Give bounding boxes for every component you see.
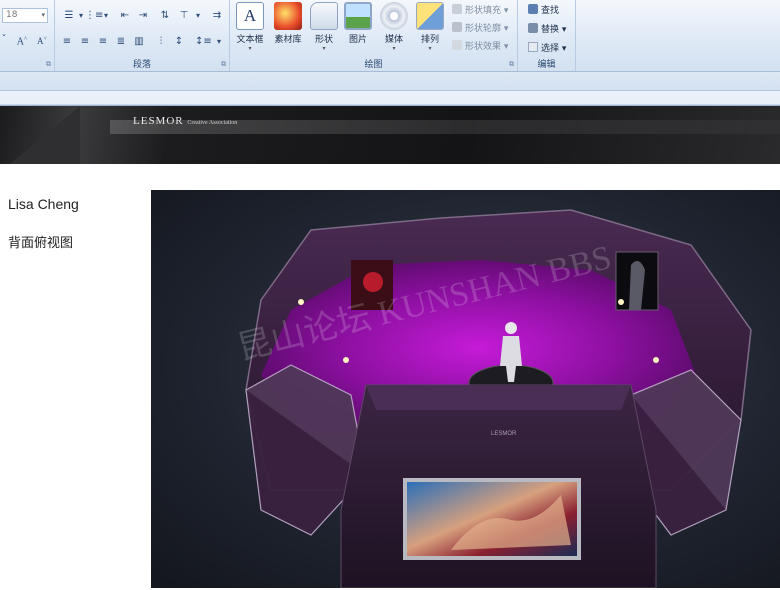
drawing-dialog-launcher-icon[interactable]: ⧉ bbox=[509, 60, 514, 69]
increase-indent-icon[interactable]: ⇥ bbox=[135, 8, 151, 23]
spotlight bbox=[343, 357, 349, 363]
material-label: 素材库 bbox=[274, 35, 302, 45]
shape-outline-label: 形状轮廓 bbox=[465, 24, 502, 34]
decrease-indent-icon[interactable]: ⇤ bbox=[117, 8, 133, 23]
editing-group-label: 编辑 bbox=[537, 60, 556, 70]
ribbon: 18 ▾ A˄ A˅ ˇ ⧉ ☰ ▾ ⋮≡ ▾ ⇤ ⇥ ⇅ ⊤ ▾ ⇉ ≡ ≡ … bbox=[0, 0, 780, 72]
replace-label: 替换 bbox=[541, 25, 560, 35]
smartart-icon[interactable]: ⇉ bbox=[209, 8, 225, 23]
find-button[interactable]: 查找 bbox=[528, 3, 559, 16]
shape-effect-button[interactable]: 形状效果 ▾ bbox=[452, 39, 508, 52]
drawing-group-label: 绘图 bbox=[364, 60, 383, 70]
booth-render-image: LESMOR 昆山论坛 KUNSHAN BBS bbox=[151, 190, 780, 588]
textbox-label: 文本框 bbox=[236, 35, 264, 45]
binoculars-icon bbox=[528, 4, 538, 14]
align-right-icon[interactable]: ≡ bbox=[95, 34, 111, 49]
line-spacing-icon[interactable]: ↕ bbox=[171, 34, 187, 49]
select-label: 选择 bbox=[541, 44, 560, 54]
arrange-label: 排列 bbox=[420, 35, 439, 45]
header-banner: LESMOR Creative Association bbox=[0, 106, 780, 164]
textbox-icon: A bbox=[236, 2, 264, 30]
text-direction-icon[interactable]: ⇅ bbox=[157, 8, 173, 23]
font-dialog-launcher-icon[interactable]: ⧉ bbox=[46, 60, 51, 69]
shape-fill-label: 形状填充 bbox=[465, 6, 502, 16]
chevron-down-icon[interactable]: ▾ bbox=[211, 34, 227, 49]
material-icon bbox=[274, 2, 302, 30]
shape-outline-button[interactable]: 形状轮廓 ▾ bbox=[452, 21, 508, 34]
material-button[interactable]: 素材库 bbox=[270, 2, 306, 45]
case-icon[interactable]: ˇ bbox=[0, 32, 12, 47]
chevron-down-icon[interactable]: ▾ bbox=[190, 8, 206, 23]
align-center-icon[interactable]: ≡ bbox=[77, 34, 93, 49]
shape-label: 形状 bbox=[314, 35, 333, 45]
align-left-icon[interactable]: ≡ bbox=[59, 34, 75, 49]
media-button[interactable]: 媒体 ▾ bbox=[376, 2, 412, 52]
paragraph-dialog-launcher-icon[interactable]: ⧉ bbox=[221, 60, 226, 69]
media-icon bbox=[380, 2, 408, 30]
justify-icon[interactable]: ≣ bbox=[113, 34, 129, 49]
brand-logo: LESMOR Creative Association bbox=[133, 115, 237, 127]
textbox-button[interactable]: A 文本框 ▾ bbox=[232, 2, 268, 52]
chevron-down-icon: ▾ bbox=[248, 45, 252, 52]
counter-logo-text: LESMOR bbox=[491, 431, 517, 437]
banner-wedge-decoration bbox=[10, 106, 80, 164]
spotlight bbox=[618, 299, 624, 305]
ruler-bar bbox=[0, 72, 780, 106]
chevron-down-icon[interactable]: ▾ bbox=[98, 8, 114, 23]
shape-button[interactable]: 形状 ▾ bbox=[306, 2, 342, 52]
brand-name: LESMOR bbox=[133, 115, 184, 127]
font-group: 18 ▾ A˄ A˅ ˇ ⧉ bbox=[0, 0, 55, 71]
paragraph-spacing-icon[interactable]: ↕≡ bbox=[195, 34, 212, 49]
spotlight bbox=[298, 299, 304, 305]
select-button[interactable]: 选择 ▾ bbox=[528, 41, 566, 54]
picture-button[interactable]: 图片 bbox=[340, 2, 376, 45]
brand-tagline: Creative Association bbox=[187, 120, 238, 126]
shape-icon bbox=[310, 2, 338, 30]
font-size-value: 18 bbox=[6, 10, 18, 20]
poster-red-product bbox=[363, 272, 383, 292]
mannequin-head bbox=[505, 322, 517, 334]
replace-button[interactable]: 替换 ▾ bbox=[528, 22, 566, 35]
arrange-icon bbox=[416, 2, 444, 30]
pen-icon bbox=[452, 22, 462, 32]
shape-effect-icon bbox=[452, 40, 462, 50]
shape-effect-label: 形状效果 bbox=[465, 42, 502, 52]
cursor-icon bbox=[528, 42, 538, 52]
counter-top bbox=[366, 385, 631, 410]
spotlight bbox=[653, 357, 659, 363]
view-title: 背面俯视图 bbox=[8, 236, 74, 251]
arrange-button[interactable]: 排列 ▾ bbox=[412, 2, 448, 52]
replace-icon bbox=[528, 23, 538, 33]
distribute-icon[interactable]: ▥ bbox=[131, 34, 147, 49]
horizontal-ruler[interactable] bbox=[0, 90, 780, 104]
columns-icon[interactable]: ⫶ bbox=[153, 34, 169, 49]
paint-bucket-icon bbox=[452, 4, 462, 14]
paragraph-group-label: 段落 bbox=[132, 60, 151, 70]
chevron-down-icon: ▾ bbox=[428, 45, 432, 52]
author-name: Lisa Cheng bbox=[8, 196, 79, 212]
chevron-down-icon: ▾ bbox=[322, 45, 326, 52]
picture-icon bbox=[344, 2, 372, 30]
shape-fill-button[interactable]: 形状填充 ▾ bbox=[452, 3, 508, 16]
find-label: 查找 bbox=[541, 6, 560, 16]
drawing-group: A 文本框 ▾ 素材库 形状 ▾ 图片 媒体 ▾ 排列 ▾ 形状填充 ▾ 形状轮… bbox=[230, 0, 518, 71]
paragraph-group: ☰ ▾ ⋮≡ ▾ ⇤ ⇥ ⇅ ⊤ ▾ ⇉ ≡ ≡ ≡ ≣ ▥ ⫶ ↕ ↕≡ ▾ … bbox=[55, 0, 230, 71]
chevron-down-icon: ▾ bbox=[392, 45, 396, 52]
chevron-down-icon[interactable]: ▾ bbox=[41, 9, 45, 22]
picture-label: 图片 bbox=[348, 35, 367, 45]
media-label: 媒体 bbox=[384, 35, 403, 45]
shrink-font-icon[interactable]: A˅ bbox=[34, 32, 50, 47]
grow-font-icon[interactable]: A˄ bbox=[14, 32, 30, 47]
font-size-box[interactable]: 18 ▾ bbox=[2, 8, 48, 23]
